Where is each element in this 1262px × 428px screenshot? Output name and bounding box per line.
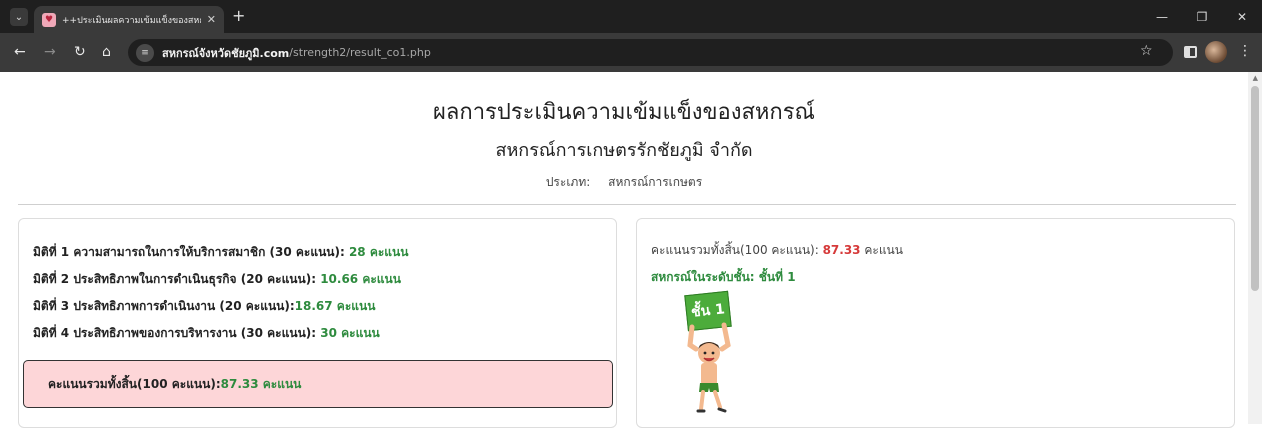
result-card: คะแนนรวมทั้งสิ้น(100 คะแนน): 87.33 คะแนน… bbox=[636, 218, 1235, 428]
browser-tab[interactable]: ♥ ++ประเมินผลความเข้มแข็งของสหกร ✕ bbox=[34, 6, 224, 33]
scroll-thumb[interactable] bbox=[1251, 86, 1259, 291]
tab-title: ++ประเมินผลความเข้มแข็งของสหกร bbox=[62, 15, 201, 26]
total-score-box: คะแนนรวมทั้งสิ้น(100 คะแนน): 87.33 คะแนน bbox=[23, 360, 613, 408]
browser-toolbar: ← → ↻ ⌂ ≡ สหกรณ์จังหวัดชัยภูมิ.com/stren… bbox=[0, 33, 1262, 72]
level-mascot-illustration: ชั้น 1 bbox=[682, 290, 742, 417]
close-tab-icon[interactable]: ✕ bbox=[207, 13, 216, 26]
dimension-score: 30 คะแนน bbox=[320, 326, 380, 340]
type-label: ประเภท: bbox=[545, 175, 591, 189]
type-value: สหกรณ์การเกษตร bbox=[608, 175, 703, 189]
url-path: /strength2/result_co1.php bbox=[289, 46, 431, 59]
url-host: สหกรณ์จังหวัดชัยภูมิ.com bbox=[162, 46, 290, 60]
dimension-1-row: มิติที่ 1 ความสามารถในการให้บริการสมาชิก… bbox=[33, 243, 408, 262]
total-score-label: คะแนนรวมทั้งสิ้น(100 คะแนน): bbox=[48, 376, 221, 391]
reload-icon[interactable]: ↻ bbox=[74, 44, 86, 60]
scroll-up-arrow-icon[interactable]: ▲ bbox=[1253, 74, 1258, 82]
side-panel-icon[interactable] bbox=[1184, 46, 1197, 58]
page-viewport: ผลการประเมินความเข้มแข็งของสหกรณ์ สหกรณ์… bbox=[0, 72, 1262, 428]
total-score-value: 87.33 คะแนน bbox=[220, 376, 302, 391]
dimension-score: 28 คะแนน bbox=[348, 245, 409, 259]
dimension-scores-card: มิติที่ 1 ความสามารถในการให้บริการสมาชิก… bbox=[18, 218, 617, 428]
boy-figure-icon bbox=[687, 322, 731, 413]
header-divider bbox=[18, 204, 1236, 205]
forward-icon[interactable]: → bbox=[44, 44, 56, 60]
cooperative-name: สหกรณ์การเกษตรรักชัยภูมิ จำกัด bbox=[495, 140, 753, 161]
dimension-label: มิติที่ 1 ความสามารถในการให้บริการสมาชิก… bbox=[33, 245, 349, 259]
dimension-label: มิติที่ 3 ประสิทธิภาพการดำเนินงาน (20 คะ… bbox=[33, 299, 295, 313]
dimension-3-row: มิติที่ 3 ประสิทธิภาพการดำเนินงาน (20 คะ… bbox=[33, 297, 375, 316]
restore-icon[interactable]: ❐ bbox=[1182, 0, 1222, 33]
bookmark-star-icon[interactable]: ☆ bbox=[1140, 43, 1153, 59]
result-total-label: คะแนนรวมทั้งสิ้น(100 คะแนน): bbox=[651, 243, 823, 257]
dimension-score: 18.67 คะแนน bbox=[294, 299, 376, 313]
site-info-icon[interactable]: ≡ bbox=[136, 43, 154, 62]
back-icon[interactable]: ← bbox=[14, 44, 26, 60]
dimension-label: มิติที่ 4 ประสิทธิภาพของการบริหารงาน (30… bbox=[33, 326, 321, 340]
cooperative-level: สหกรณ์ในระดับชั้น: ชั้นที่ 1 bbox=[651, 270, 796, 284]
result-total-unit: คะแนน bbox=[860, 243, 903, 257]
favicon-icon: ♥ bbox=[42, 12, 56, 27]
dimension-4-row: มิติที่ 4 ประสิทธิภาพของการบริหารงาน (30… bbox=[33, 324, 380, 343]
result-total-value: 87.33 bbox=[822, 243, 861, 257]
window-controls: — ❐ ✕ bbox=[1142, 0, 1262, 33]
address-bar[interactable]: ≡ สหกรณ์จังหวัดชัยภูมิ.com/strength2/res… bbox=[128, 39, 1173, 66]
menu-kebab-icon[interactable]: ⋮ bbox=[1238, 43, 1252, 59]
minimize-icon[interactable]: — bbox=[1142, 0, 1182, 33]
dimension-label: มิติที่ 2 ประสิทธิภาพในการดำเนินธุรกิจ (… bbox=[33, 272, 321, 286]
dimension-score: 10.66 คะแนน bbox=[320, 272, 401, 286]
dimension-2-row: มิติที่ 2 ประสิทธิภาพในการดำเนินธุรกิจ (… bbox=[33, 270, 401, 289]
page-scrollbar[interactable]: ▲ bbox=[1248, 72, 1262, 424]
new-tab-icon[interactable]: + bbox=[232, 8, 245, 24]
cooperative-type-row: ประเภท: สหกรณ์การเกษตร bbox=[0, 173, 1248, 192]
home-icon[interactable]: ⌂ bbox=[102, 44, 111, 60]
profile-avatar[interactable] bbox=[1205, 41, 1227, 63]
close-window-icon[interactable]: ✕ bbox=[1222, 0, 1262, 33]
browser-tab-bar: ⌄ ♥ ++ประเมินผลความเข้มแข็งของสหกร ✕ + —… bbox=[0, 0, 1262, 33]
result-total-row: คะแนนรวมทั้งสิ้น(100 คะแนน): 87.33 คะแนน bbox=[651, 241, 903, 260]
tab-search-icon[interactable]: ⌄ bbox=[10, 8, 28, 26]
page-title: ผลการประเมินความเข้มแข็งของสหกรณ์ bbox=[433, 100, 815, 125]
